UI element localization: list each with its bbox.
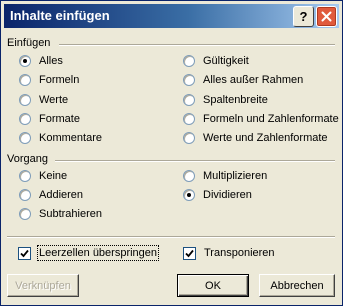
- radio-circle: [19, 189, 31, 201]
- radio-paste-column-widths[interactable]: Spaltenbreite: [183, 93, 268, 107]
- radio-paste-formulas-number-formats[interactable]: Formeln und Zahlenformate: [183, 112, 339, 126]
- checkbox-transpose[interactable]: Transponieren: [183, 246, 275, 260]
- options-separator: [7, 236, 335, 238]
- checkbox-box: [183, 246, 196, 260]
- checkmark-icon: [185, 249, 194, 257]
- radio-operation-add[interactable]: Addieren: [19, 188, 83, 202]
- radio-label: Formeln und Zahlenformate: [203, 113, 339, 125]
- checkbox-label: Transponieren: [204, 247, 275, 259]
- radio-circle: [19, 132, 31, 144]
- radio-circle: [19, 208, 31, 220]
- radio-paste-comments[interactable]: Kommentare: [19, 131, 102, 145]
- radio-circle: [183, 55, 195, 67]
- radio-circle: [183, 74, 195, 86]
- radio-circle: [183, 113, 195, 125]
- radio-label: Formeln: [39, 74, 80, 86]
- radio-label: Werte und Zahlenformate: [203, 132, 328, 144]
- paste-special-dialog: Inhalte einfügen ? Einfügen Alles Formel…: [0, 0, 343, 306]
- checkbox-box: [18, 246, 31, 260]
- cancel-button[interactable]: Abbrechen: [259, 274, 335, 297]
- radio-label: Kommentare: [39, 132, 102, 144]
- link-button[interactable]: Verknüpfen: [7, 274, 79, 297]
- radio-label: Multiplizieren: [203, 170, 268, 182]
- radio-circle: [19, 74, 31, 86]
- radio-label: Addieren: [39, 189, 84, 201]
- radio-circle: [183, 132, 195, 144]
- checkbox-skip-blanks[interactable]: Leerzellen überspringen: [18, 245, 160, 261]
- radio-label: Subtrahieren: [39, 208, 102, 220]
- help-button[interactable]: ?: [293, 6, 314, 27]
- radio-label: Alles: [39, 55, 63, 67]
- radio-circle: [183, 189, 195, 201]
- title-bar[interactable]: Inhalte einfügen ?: [4, 4, 339, 28]
- paste-group-separator: [59, 44, 335, 46]
- checkbox-label: Leerzellen überspringen: [36, 245, 160, 261]
- radio-circle: [19, 170, 31, 182]
- radio-paste-all-except-borders[interactable]: Alles außer Rahmen: [183, 73, 303, 87]
- radio-circle: [183, 170, 195, 182]
- radio-label: Keine: [39, 170, 68, 182]
- radio-operation-subtract[interactable]: Subtrahieren: [19, 207, 102, 221]
- close-button[interactable]: [316, 6, 337, 27]
- close-icon: [321, 11, 332, 22]
- dialog-title: Inhalte einfügen: [10, 8, 110, 23]
- radio-paste-all[interactable]: Alles: [19, 54, 63, 68]
- ok-button[interactable]: OK: [177, 274, 249, 297]
- radio-paste-validation[interactable]: Gültigkeit: [183, 54, 249, 68]
- radio-paste-values-number-formats[interactable]: Werte und Zahlenformate: [183, 131, 328, 145]
- radio-label: Formate: [39, 113, 80, 125]
- radio-label: Werte: [39, 94, 69, 106]
- radio-operation-none[interactable]: Keine: [19, 169, 67, 183]
- paste-group-label: Einfügen: [7, 37, 51, 49]
- radio-label: Alles außer Rahmen: [203, 74, 304, 86]
- checkmark-icon: [20, 249, 29, 257]
- radio-circle: [183, 94, 195, 106]
- operation-group-label: Vorgang: [7, 153, 48, 165]
- radio-paste-values[interactable]: Werte: [19, 93, 68, 107]
- help-icon: ?: [299, 9, 308, 24]
- radio-operation-divide[interactable]: Dividieren: [183, 188, 252, 202]
- radio-label: Gültigkeit: [203, 55, 249, 67]
- radio-paste-formats[interactable]: Formate: [19, 112, 80, 126]
- radio-label: Dividieren: [203, 189, 252, 201]
- radio-circle: [19, 55, 31, 67]
- radio-circle: [19, 94, 31, 106]
- radio-paste-formulas[interactable]: Formeln: [19, 73, 79, 87]
- operation-group-separator: [55, 160, 335, 162]
- radio-label: Spaltenbreite: [203, 94, 268, 106]
- radio-operation-multiply[interactable]: Multiplizieren: [183, 169, 267, 183]
- radio-circle: [19, 113, 31, 125]
